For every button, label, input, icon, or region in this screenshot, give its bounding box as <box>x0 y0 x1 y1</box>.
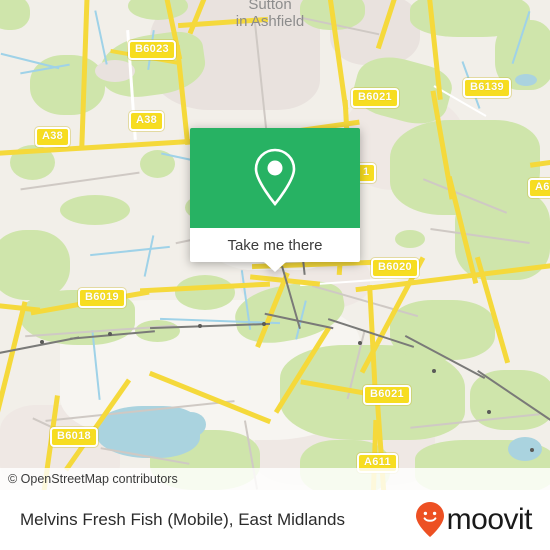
map-attribution-bar: © OpenStreetMap contributors <box>0 468 550 490</box>
callout-tail <box>264 262 286 272</box>
moovit-logo[interactable]: moovit <box>415 501 533 539</box>
location-callout-card[interactable]: Take me there <box>190 128 360 272</box>
map-pin-icon <box>254 148 296 207</box>
road-shield: A61 <box>528 178 550 198</box>
moovit-smiley-pin-icon <box>415 502 444 537</box>
road-shield: A38 <box>35 127 71 147</box>
moovit-wordmark: moovit <box>446 503 533 536</box>
road-shield: B6021 <box>363 385 411 405</box>
map-screenshot: Sutton in Ashfield B6023 A38 A38 B6021 B6139… <box>0 0 550 550</box>
road-shield: B6020 <box>371 258 419 278</box>
take-me-there-button[interactable]: Take me there <box>190 228 360 262</box>
place-title: Melvins Fresh Fish (Mobile), East Midlan… <box>20 510 345 529</box>
road-shield: A38 <box>129 111 165 131</box>
road-shield: B6019 <box>78 288 126 308</box>
take-me-there-label: Take me there <box>227 236 323 254</box>
road-shield: B6018 <box>50 427 98 447</box>
osm-attribution-text[interactable]: © OpenStreetMap contributors <box>0 472 178 486</box>
map-canvas[interactable]: Sutton in Ashfield B6023 A38 A38 B6021 B6139… <box>0 0 550 490</box>
footer-bar: Melvins Fresh Fish (Mobile), East Midlan… <box>0 490 550 550</box>
road-shield: B6023 <box>128 40 176 60</box>
road-shield: B6139 <box>463 78 511 98</box>
callout-card-header <box>190 128 360 228</box>
road-shield: B6021 <box>351 88 399 108</box>
